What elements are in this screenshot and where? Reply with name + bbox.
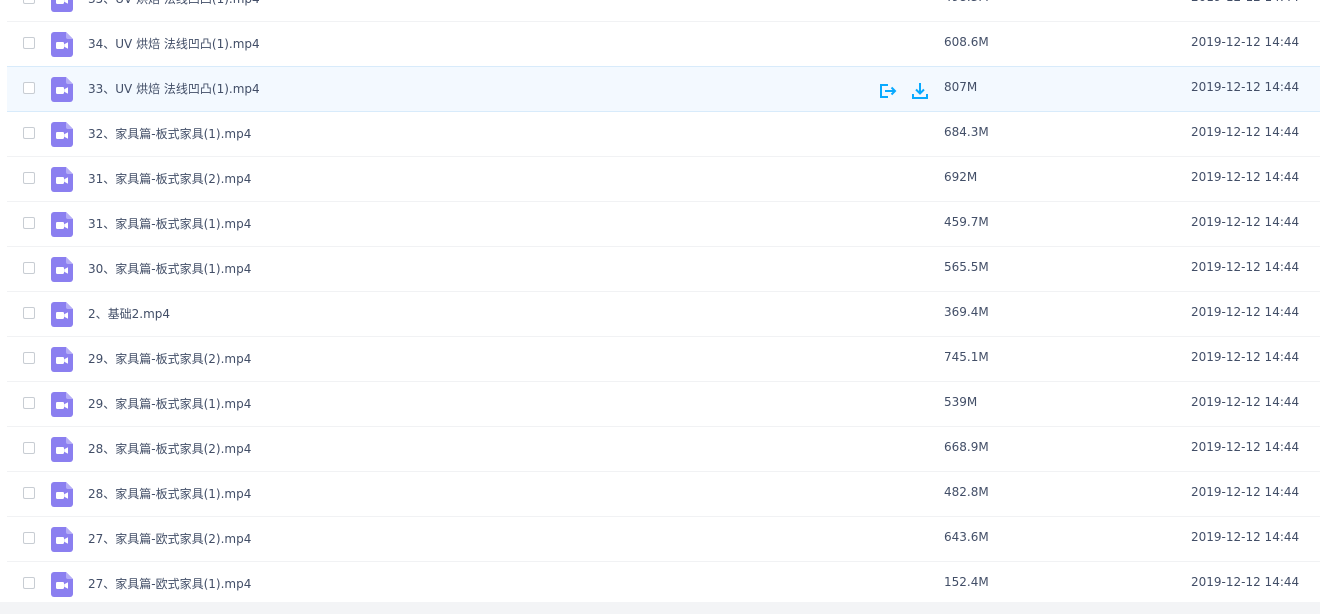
file-date: 2019-12-12 14:44 bbox=[1191, 35, 1300, 49]
video-file-icon bbox=[51, 212, 73, 237]
file-name[interactable]: 27、家具篇-欧式家具(1).mp4 bbox=[88, 575, 251, 592]
row-checkbox[interactable] bbox=[23, 37, 35, 49]
file-size: 643.6M bbox=[944, 530, 989, 544]
file-name[interactable]: 28、家具篇-板式家具(2).mp4 bbox=[88, 440, 251, 457]
file-date: 2019-12-12 14:44 bbox=[1191, 530, 1300, 544]
file-size: 369.4M bbox=[944, 305, 989, 319]
file-name[interactable]: 29、家具篇-板式家具(1).mp4 bbox=[88, 395, 251, 412]
file-name[interactable]: 31、家具篇-板式家具(2).mp4 bbox=[88, 170, 251, 187]
file-row[interactable]: 28、家具篇-板式家具(2).mp4 668.9M 2019-12-12 14:… bbox=[7, 427, 1320, 472]
file-row[interactable]: 28、家具篇-板式家具(1).mp4 482.8M 2019-12-12 14:… bbox=[7, 472, 1320, 517]
file-size: 745.1M bbox=[944, 350, 989, 364]
video-file-icon bbox=[51, 77, 73, 102]
file-name[interactable]: 28、家具篇-板式家具(1).mp4 bbox=[88, 485, 251, 502]
file-date: 2019-12-12 14:44 bbox=[1191, 260, 1300, 274]
file-size: 692M bbox=[944, 170, 978, 184]
video-file-icon bbox=[51, 347, 73, 372]
file-name[interactable]: 2、基础2.mp4 bbox=[88, 305, 170, 322]
file-row[interactable]: 30、家具篇-板式家具(1).mp4 565.5M 2019-12-12 14:… bbox=[7, 247, 1320, 292]
video-file-icon bbox=[51, 122, 73, 147]
file-date: 2019-12-12 14:44 bbox=[1191, 305, 1300, 319]
file-row[interactable]: 32、家具篇-板式家具(1).mp4 684.3M 2019-12-12 14:… bbox=[7, 112, 1320, 157]
file-row[interactable]: 31、家具篇-板式家具(2).mp4 692M 2019-12-12 14:44 bbox=[7, 157, 1320, 202]
video-file-icon bbox=[51, 167, 73, 192]
file-name[interactable]: 29、家具篇-板式家具(2).mp4 bbox=[88, 350, 251, 367]
file-date: 2019-12-12 14:44 bbox=[1191, 0, 1299, 4]
download-icon[interactable] bbox=[909, 80, 931, 102]
file-date: 2019-12-12 14:44 bbox=[1191, 125, 1300, 139]
row-checkbox[interactable] bbox=[23, 127, 35, 139]
file-name[interactable]: 33、UV 烘焙 法线凹凸(1).mp4 bbox=[88, 80, 260, 97]
row-checkbox[interactable] bbox=[23, 352, 35, 364]
row-checkbox[interactable] bbox=[23, 442, 35, 454]
file-row[interactable]: 29、家具篇-板式家具(2).mp4 745.1M 2019-12-12 14:… bbox=[7, 337, 1320, 382]
file-row[interactable]: 27、家具篇-欧式家具(1).mp4 152.4M 2019-12-12 14:… bbox=[7, 562, 1320, 607]
file-date: 2019-12-12 14:44 bbox=[1191, 215, 1300, 229]
video-file-icon bbox=[51, 0, 73, 12]
file-row[interactable]: 33、UV 烘焙 法线凹凸(1).mp4 807M 2019-12-12 14:… bbox=[7, 66, 1320, 112]
row-checkbox[interactable] bbox=[23, 217, 35, 229]
file-size: 565.5M bbox=[944, 260, 989, 274]
file-date: 2019-12-12 14:44 bbox=[1191, 80, 1300, 94]
row-checkbox[interactable] bbox=[23, 307, 35, 319]
file-row[interactable]: 27、家具篇-欧式家具(2).mp4 643.6M 2019-12-12 14:… bbox=[7, 517, 1320, 562]
file-date: 2019-12-12 14:44 bbox=[1191, 170, 1300, 184]
video-file-icon bbox=[51, 32, 73, 57]
horizontal-scrollbar-track[interactable] bbox=[0, 602, 1320, 614]
file-row[interactable]: 31、家具篇-板式家具(1).mp4 459.7M 2019-12-12 14:… bbox=[7, 202, 1320, 247]
row-checkbox[interactable] bbox=[23, 262, 35, 274]
video-file-icon bbox=[51, 572, 73, 597]
video-file-icon bbox=[51, 437, 73, 462]
video-file-icon bbox=[51, 527, 73, 552]
file-row[interactable]: 35、UV 烘焙 法线凹凸(1).mp4 498.3M 2019-12-12 1… bbox=[7, 0, 1320, 22]
row-checkbox[interactable] bbox=[23, 532, 35, 544]
file-size: 539M bbox=[944, 395, 978, 409]
file-date: 2019-12-12 14:44 bbox=[1191, 485, 1300, 499]
file-name[interactable]: 35、UV 烘焙 法线凹凸(1).mp4 bbox=[88, 0, 260, 7]
file-row[interactable]: 34、UV 烘焙 法线凹凸(1).mp4 608.6M 2019-12-12 1… bbox=[7, 22, 1320, 67]
video-file-icon bbox=[51, 482, 73, 507]
file-size: 684.3M bbox=[944, 125, 989, 139]
file-name[interactable]: 31、家具篇-板式家具(1).mp4 bbox=[88, 215, 251, 232]
row-checkbox[interactable] bbox=[23, 577, 35, 589]
row-checkbox[interactable] bbox=[23, 172, 35, 184]
file-size: 482.8M bbox=[944, 485, 989, 499]
file-size: 807M bbox=[944, 80, 978, 94]
file-size: 459.7M bbox=[944, 215, 989, 229]
file-size: 152.4M bbox=[944, 575, 989, 589]
file-size: 498.3M bbox=[944, 0, 989, 4]
file-row[interactable]: 2、基础2.mp4 369.4M 2019-12-12 14:44 bbox=[7, 292, 1320, 337]
file-date: 2019-12-12 14:44 bbox=[1191, 350, 1300, 364]
file-list: 35、UV 烘焙 法线凹凸(1).mp4 498.3M 2019-12-12 1… bbox=[0, 0, 1320, 607]
file-name[interactable]: 30、家具篇-板式家具(1).mp4 bbox=[88, 260, 251, 277]
video-file-icon bbox=[51, 257, 73, 282]
row-actions bbox=[876, 80, 931, 102]
video-file-icon bbox=[51, 392, 73, 417]
share-icon[interactable] bbox=[876, 80, 898, 102]
file-name[interactable]: 34、UV 烘焙 法线凹凸(1).mp4 bbox=[88, 35, 260, 52]
row-checkbox[interactable] bbox=[23, 487, 35, 499]
file-date: 2019-12-12 14:44 bbox=[1191, 575, 1300, 589]
file-name[interactable]: 32、家具篇-板式家具(1).mp4 bbox=[88, 125, 251, 142]
file-size: 608.6M bbox=[944, 35, 989, 49]
video-file-icon bbox=[51, 302, 73, 327]
row-checkbox[interactable] bbox=[23, 397, 35, 409]
row-checkbox[interactable] bbox=[23, 0, 35, 4]
file-date: 2019-12-12 14:44 bbox=[1191, 440, 1300, 454]
file-date: 2019-12-12 14:44 bbox=[1191, 395, 1300, 409]
file-row[interactable]: 29、家具篇-板式家具(1).mp4 539M 2019-12-12 14:44 bbox=[7, 382, 1320, 427]
row-checkbox[interactable] bbox=[23, 82, 35, 94]
file-name[interactable]: 27、家具篇-欧式家具(2).mp4 bbox=[88, 530, 251, 547]
file-size: 668.9M bbox=[944, 440, 989, 454]
